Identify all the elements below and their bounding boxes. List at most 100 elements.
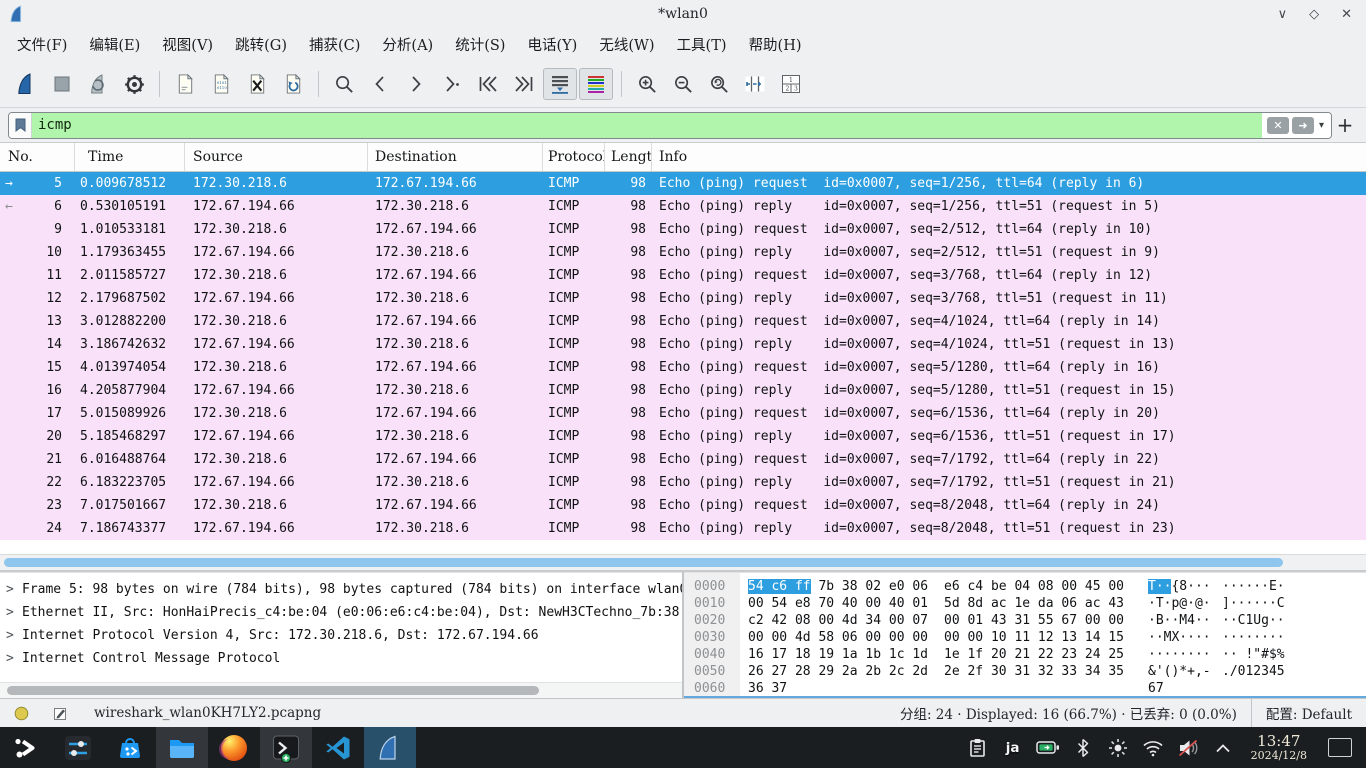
restart-capture-button[interactable] <box>81 68 115 100</box>
stop-capture-button[interactable] <box>45 68 79 100</box>
column-header-source[interactable]: Source <box>185 143 368 171</box>
menu-item-5[interactable]: 捕获(C) <box>298 30 371 59</box>
hex-bytes-1[interactable]: 00 00 4d 58 06 00 00 00 <box>748 629 930 646</box>
hex-row[interactable]: 006036 3767 <box>684 680 1366 697</box>
hex-bytes-1[interactable]: 00 54 e8 70 40 00 40 01 <box>748 595 930 612</box>
menu-item-9[interactable]: 无线(W) <box>588 30 665 59</box>
ascii-1[interactable]: T··{8··· <box>1148 578 1214 595</box>
hex-bytes-2[interactable]: 00 01 43 31 55 67 00 00 <box>944 612 1126 629</box>
app-launcher-button[interactable] <box>0 727 52 768</box>
go-to-packet-button[interactable] <box>435 68 469 100</box>
packet-row[interactable]: 205.185468297172.67.194.66172.30.218.6IC… <box>0 425 1366 448</box>
filter-clear-button[interactable]: ✕ <box>1267 117 1289 134</box>
display-filter-input[interactable]: icmp ✕ ➜ ▾ <box>8 112 1332 139</box>
packet-row[interactable]: 143.186742632172.67.194.66172.30.218.6IC… <box>0 333 1366 356</box>
packet-row[interactable]: 5→0.009678512172.30.218.6172.67.194.66IC… <box>0 172 1366 195</box>
battery-icon[interactable] <box>1035 735 1061 761</box>
input-method-indicator[interactable]: ja <box>1000 735 1026 761</box>
start-capture-button[interactable] <box>9 68 43 100</box>
hex-row[interactable]: 0020c2 42 08 00 4d 34 00 0700 01 43 31 5… <box>684 612 1366 629</box>
expand-chevron-icon[interactable]: > <box>6 647 22 670</box>
packet-list-hscroll-thumb[interactable] <box>4 558 1283 567</box>
menu-item-10[interactable]: 工具(T) <box>666 30 738 59</box>
hex-bytes-1[interactable]: c2 42 08 00 4d 34 00 07 <box>748 612 930 629</box>
detail-tree-item[interactable]: >Frame 5: 98 bytes on wire (784 bits), 9… <box>0 578 682 601</box>
ascii-2[interactable]: ·· !"#$% <box>1222 646 1285 663</box>
packet-row[interactable]: 247.186743377172.67.194.66172.30.218.6IC… <box>0 517 1366 540</box>
menu-item-2[interactable]: 编辑(E) <box>78 30 151 59</box>
system-settings-button[interactable] <box>52 727 104 768</box>
resize-columns-button[interactable] <box>738 68 772 100</box>
save-file-button[interactable]: 01010110 <box>204 68 238 100</box>
packet-row[interactable]: 216.016488764172.30.218.6172.67.194.66IC… <box>0 448 1366 471</box>
hex-bytes-1[interactable]: 54 c6 ff 7b 38 02 e0 06 <box>748 578 930 595</box>
volume-muted-icon[interactable] <box>1175 735 1201 761</box>
capture-file-name[interactable]: wireshark_wlan0KH7LY2.pcapng <box>94 705 321 721</box>
detail-tree-item[interactable]: >Ethernet II, Src: HonHaiPrecis_c4:be:04… <box>0 601 682 624</box>
menu-item-8[interactable]: 电话(Y) <box>516 30 588 59</box>
menu-item-1[interactable]: 文件(F) <box>6 30 78 59</box>
open-file-button[interactable] <box>168 68 202 100</box>
ascii-2[interactable]: ./012345 <box>1222 663 1285 680</box>
packet-row[interactable]: 154.013974054172.30.218.6172.67.194.66IC… <box>0 356 1366 379</box>
wifi-icon[interactable] <box>1140 735 1166 761</box>
brightness-icon[interactable] <box>1105 735 1131 761</box>
ascii-1[interactable]: &'()*+,- <box>1148 663 1214 680</box>
detail-tree-item[interactable]: >Internet Control Message Protocol <box>0 647 682 670</box>
hex-row[interactable]: 003000 00 4d 58 06 00 00 0000 00 10 11 1… <box>684 629 1366 646</box>
packet-row[interactable]: 226.183223705172.67.194.66172.30.218.6IC… <box>0 471 1366 494</box>
expand-chevron-icon[interactable]: > <box>6 601 22 624</box>
details-hscroll-thumb[interactable] <box>7 686 539 695</box>
expand-chevron-icon[interactable]: > <box>6 624 22 647</box>
tray-expand-icon[interactable] <box>1210 735 1236 761</box>
ascii-2[interactable]: ········ <box>1222 629 1285 646</box>
minimize-button[interactable]: ∨ <box>1278 7 1288 22</box>
auto-scroll-button[interactable] <box>543 68 577 100</box>
filter-bookmark-icon[interactable] <box>9 113 32 138</box>
zoom-in-button[interactable] <box>630 68 664 100</box>
packet-row[interactable]: 237.017501667172.30.218.6172.67.194.66IC… <box>0 494 1366 517</box>
hex-bytes-2[interactable]: 1e 1f 20 21 22 23 24 25 <box>944 646 1126 663</box>
filter-apply-button[interactable]: ➜ <box>1292 117 1314 134</box>
clipboard-icon[interactable] <box>965 735 991 761</box>
clock[interactable]: 13:47 2024/12/8 <box>1251 734 1307 761</box>
bluetooth-icon[interactable] <box>1070 735 1096 761</box>
ascii-1[interactable]: ········ <box>1148 646 1214 663</box>
go-first-button[interactable] <box>471 68 505 100</box>
menu-item-11[interactable]: 帮助(H) <box>738 30 813 59</box>
packet-row[interactable]: 122.179687502172.67.194.66172.30.218.6IC… <box>0 287 1366 310</box>
zoom-out-button[interactable] <box>666 68 700 100</box>
capture-comment-icon[interactable] <box>53 706 68 721</box>
go-last-button[interactable] <box>507 68 541 100</box>
wireshark-taskbar-button[interactable] <box>364 727 416 768</box>
filter-add-button[interactable]: + <box>1332 113 1358 137</box>
details-hscrollbar[interactable] <box>0 682 682 698</box>
menu-item-6[interactable]: 分析(A) <box>371 30 444 59</box>
hex-bytes-2[interactable] <box>944 680 1126 697</box>
ascii-1[interactable]: ··MX···· <box>1148 629 1214 646</box>
menu-item-3[interactable]: 视图(V) <box>151 30 224 59</box>
layout-toggle-button[interactable]: 123 <box>774 68 808 100</box>
hex-bytes-1[interactable]: 16 17 18 19 1a 1b 1c 1d <box>748 646 930 663</box>
column-header-info[interactable]: Info <box>652 143 1366 171</box>
packet-row[interactable]: 6←0.530105191172.67.194.66172.30.218.6IC… <box>0 195 1366 218</box>
find-packet-button[interactable] <box>327 68 361 100</box>
hex-bytes-2[interactable]: 5d 8d ac 1e da 06 ac 43 <box>944 595 1126 612</box>
column-header-time[interactable]: Time <box>75 143 185 171</box>
column-header-no[interactable]: No. <box>0 143 75 171</box>
menu-item-7[interactable]: 统计(S) <box>444 30 516 59</box>
ascii-1[interactable]: ·B··M4·· <box>1148 612 1214 629</box>
packet-row[interactable]: 101.179363455172.67.194.66172.30.218.6IC… <box>0 241 1366 264</box>
expert-info-icon[interactable] <box>14 706 29 721</box>
colorize-button[interactable] <box>579 68 613 100</box>
close-file-button[interactable] <box>240 68 274 100</box>
filter-value[interactable]: icmp <box>32 113 1262 138</box>
packet-row[interactable]: 91.010533181172.30.218.6172.67.194.66ICM… <box>0 218 1366 241</box>
hex-bytes-2[interactable]: 2e 2f 30 31 32 33 34 35 <box>944 663 1126 680</box>
ascii-2[interactable]: ··C1Ug·· <box>1222 612 1285 629</box>
hex-bytes-1[interactable]: 36 37 <box>748 680 930 697</box>
column-header-length[interactable]: Length <box>605 143 652 171</box>
hex-row[interactable]: 000054 c6 ff 7b 38 02 e0 06e6 c4 be 04 0… <box>684 578 1366 595</box>
discover-button[interactable] <box>104 727 156 768</box>
menu-item-4[interactable]: 跳转(G) <box>224 30 298 59</box>
